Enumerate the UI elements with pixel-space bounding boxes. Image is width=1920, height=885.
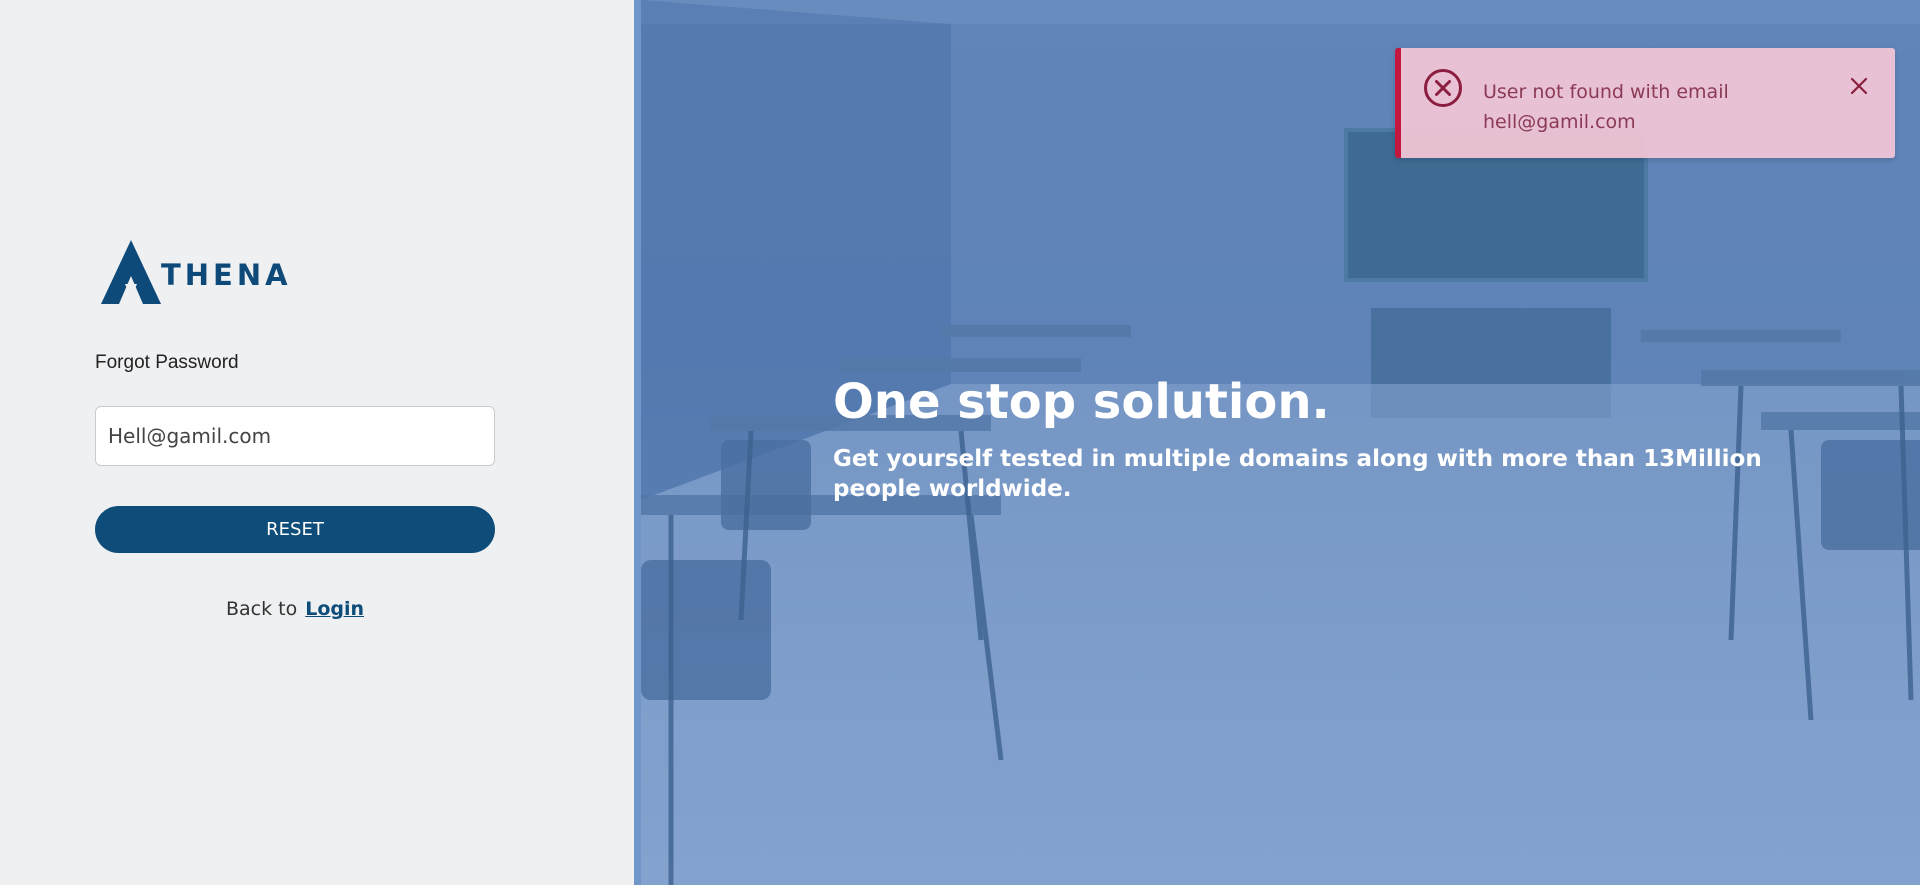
reset-button[interactable]: RESET — [95, 506, 495, 553]
close-icon[interactable] — [1847, 74, 1871, 98]
email-field[interactable] — [95, 406, 495, 466]
logo-text: THENA — [161, 258, 292, 292]
hero-subtitle: Get yourself tested in multiple domains … — [833, 446, 1762, 502]
athena-a-logo-icon — [101, 240, 161, 304]
back-to-login-row: Back to Login — [95, 598, 495, 620]
back-text: Back to — [225, 598, 298, 620]
error-circle-x-icon — [1424, 69, 1462, 107]
athena-logo: THENA — [95, 240, 305, 304]
toast-message: User not found with email hell@gamil.com — [1483, 81, 1729, 133]
error-toast: User not found with email hell@gamil.com — [1395, 48, 1895, 158]
page-title: Forgot Password — [95, 352, 239, 373]
login-link[interactable]: Login — [305, 598, 364, 620]
hero-title: One stop solution. — [833, 374, 1330, 430]
left-panel: THENA Forgot Password RESET Back to Login — [0, 0, 634, 885]
